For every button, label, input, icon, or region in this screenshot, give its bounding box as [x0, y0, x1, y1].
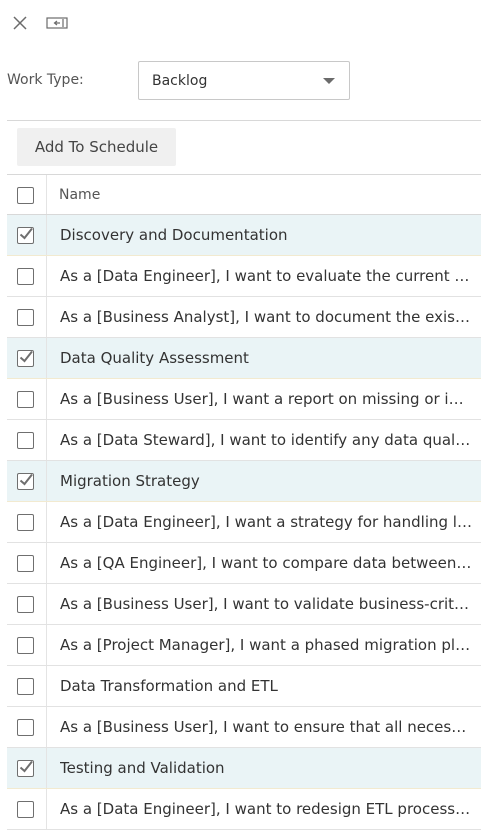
row-checkbox[interactable] — [17, 760, 34, 777]
schedule-panel: Work Type: Backlog Add To Schedule Name … — [0, 0, 481, 831]
add-to-schedule-button[interactable]: Add To Schedule — [17, 128, 176, 166]
row-name-text: Migration Strategy — [60, 472, 200, 490]
table-row[interactable]: As a [Business User], I want to ensure t… — [7, 707, 481, 748]
row-checkbox[interactable] — [17, 268, 34, 285]
table-row[interactable]: Migration Strategy — [7, 461, 481, 502]
column-divider — [46, 256, 47, 296]
column-divider — [46, 461, 47, 501]
row-checkbox[interactable] — [17, 391, 34, 408]
row-name-text: As a [Business User], I want to validate… — [60, 595, 472, 613]
table-row[interactable]: Discovery and Documentation — [7, 215, 481, 256]
table-row[interactable]: As a [Business User], I want to validate… — [7, 584, 481, 625]
row-name-text: Data Quality Assessment — [60, 349, 249, 367]
column-divider — [46, 666, 47, 706]
row-checkbox[interactable] — [17, 637, 34, 654]
chevron-down-icon — [323, 78, 335, 84]
row-name-text: Discovery and Documentation — [60, 226, 288, 244]
column-divider — [46, 297, 47, 337]
column-divider — [46, 338, 47, 378]
row-checkbox[interactable] — [17, 801, 34, 818]
column-divider — [46, 584, 47, 624]
table-row[interactable]: As a [Business Analyst], I want to docum… — [7, 297, 481, 338]
select-all-checkbox[interactable] — [17, 187, 34, 204]
row-name-text: As a [Business Analyst], I want to docum… — [60, 308, 472, 326]
row-name-text: Testing and Validation — [60, 759, 225, 777]
table-row[interactable]: As a [Data Engineer], I want a strategy … — [7, 502, 481, 543]
row-checkbox[interactable] — [17, 432, 34, 449]
table-row[interactable]: As a [Data Steward], I want to identify … — [7, 420, 481, 461]
row-checkbox[interactable] — [17, 309, 34, 326]
column-divider — [46, 625, 47, 665]
table-row[interactable]: As a [Project Manager], I want a phased … — [7, 625, 481, 666]
row-checkbox[interactable] — [17, 227, 34, 244]
column-divider — [46, 748, 47, 788]
separator — [7, 120, 481, 121]
table-row[interactable]: As a [QA Engineer], I want to compare da… — [7, 543, 481, 584]
collapse-panel-icon[interactable] — [46, 15, 68, 31]
row-name-text: As a [Business User], I want to ensure t… — [60, 718, 472, 736]
row-checkbox[interactable] — [17, 719, 34, 736]
column-divider — [46, 707, 47, 747]
close-icon[interactable] — [11, 14, 29, 32]
column-divider — [46, 379, 47, 419]
table-row[interactable]: Data Quality Assessment — [7, 338, 481, 379]
row-name-text: As a [Data Engineer], I want a strategy … — [60, 513, 472, 531]
name-column-header[interactable]: Name — [59, 187, 100, 203]
row-checkbox[interactable] — [17, 678, 34, 695]
work-items-table: Name Discovery and Documentation As a [Da… — [7, 174, 481, 830]
row-checkbox[interactable] — [17, 514, 34, 531]
table-row[interactable]: Data Transformation and ETL — [7, 666, 481, 707]
column-divider — [46, 789, 47, 829]
table-header: Name — [7, 174, 481, 215]
table-body: Discovery and Documentation As a [Data En… — [7, 215, 481, 830]
table-row[interactable]: As a [Data Engineer], I want to evaluate… — [7, 256, 481, 297]
row-name-text: As a [Project Manager], I want a phased … — [60, 636, 472, 654]
work-type-dropdown[interactable]: Backlog — [138, 61, 350, 100]
row-name-text: As a [Business User], I want a report on… — [60, 390, 472, 408]
column-divider — [46, 175, 47, 214]
row-checkbox[interactable] — [17, 596, 34, 613]
work-type-value: Backlog — [152, 72, 208, 89]
column-divider — [46, 420, 47, 460]
work-type-label: Work Type: — [7, 72, 84, 88]
row-name-text: As a [Data Engineer], I want to evaluate… — [60, 267, 472, 285]
column-divider — [46, 502, 47, 542]
row-checkbox[interactable] — [17, 473, 34, 490]
row-checkbox[interactable] — [17, 555, 34, 572]
row-name-text: As a [QA Engineer], I want to compare da… — [60, 554, 472, 572]
panel-toolbar — [11, 13, 68, 33]
column-divider — [46, 215, 47, 255]
table-row[interactable]: As a [Data Engineer], I want to redesign… — [7, 789, 481, 830]
table-row[interactable]: As a [Business User], I want a report on… — [7, 379, 481, 420]
row-name-text: As a [Data Engineer], I want to redesign… — [60, 800, 472, 818]
row-name-text: As a [Data Steward], I want to identify … — [60, 431, 472, 449]
row-checkbox[interactable] — [17, 350, 34, 367]
table-row[interactable]: Testing and Validation — [7, 748, 481, 789]
column-divider — [46, 543, 47, 583]
row-name-text: Data Transformation and ETL — [60, 677, 278, 695]
